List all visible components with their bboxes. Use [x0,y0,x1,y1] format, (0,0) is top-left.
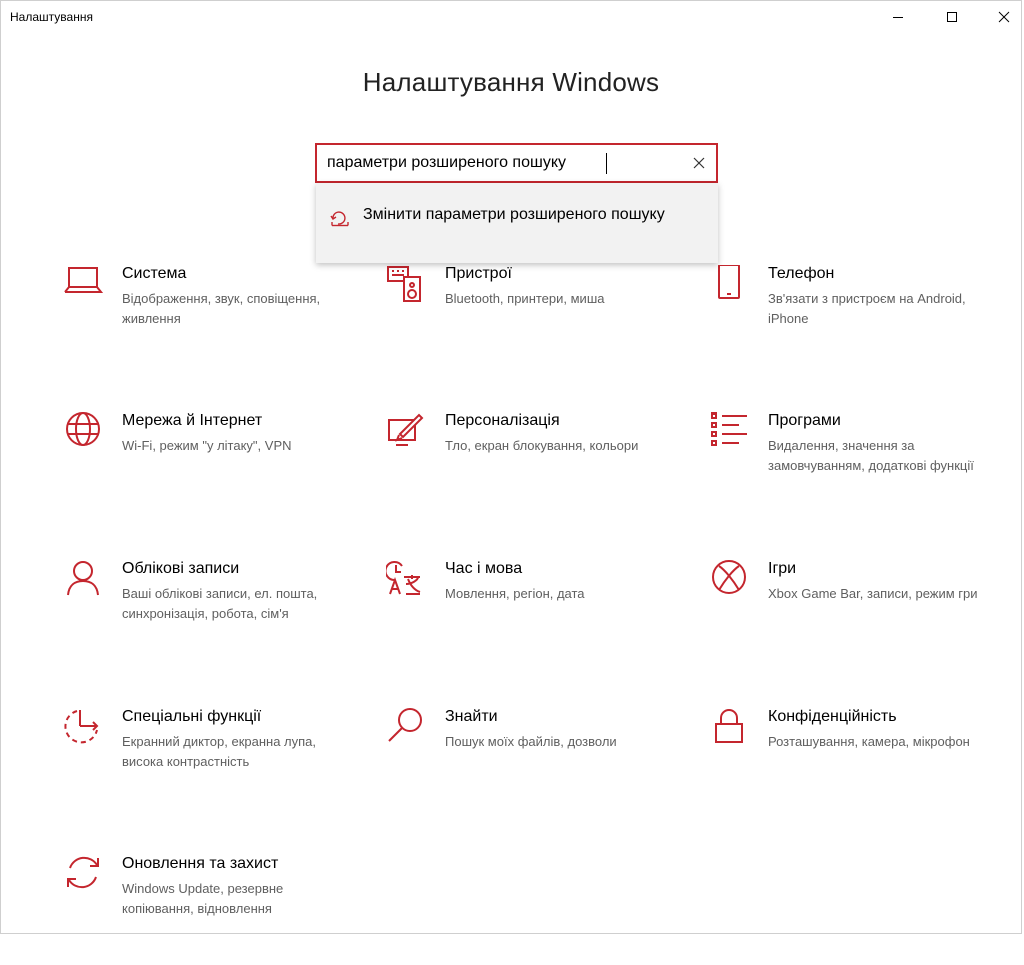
close-button[interactable] [981,1,1024,33]
search-box[interactable] [315,143,718,183]
magnifier-icon [384,708,428,752]
tile-description: Xbox Game Bar, записи, режим гри [768,586,978,601]
tile-search[interactable]: Знайти Пошук моїх файлів, дозволи [384,708,684,818]
maximize-button[interactable] [929,1,975,33]
search-input[interactable] [327,150,677,176]
tile-network[interactable]: Мережа й Інтернет Wi-Fi, режим "у літаку… [61,412,361,522]
tile-description: Bluetooth, принтери, миша [445,291,605,306]
tile-time-language[interactable]: Час і мова Мовлення, регіон, дата [384,560,684,670]
accessibility-icon [61,708,105,752]
search-index-icon [330,210,350,233]
close-icon [998,11,1010,23]
tile-privacy[interactable]: Конфіденційність Розташування, камера, м… [707,708,1007,818]
update-icon [61,855,105,899]
text-caret [606,153,607,174]
tile-title: Пристрої [445,265,512,282]
tile-description: Wi-Fi, режим "у літаку", VPN [122,438,292,453]
tile-title: Система [122,265,187,282]
tile-title: Ігри [768,560,797,577]
minimize-button[interactable] [875,1,921,33]
apps-list-icon [707,412,751,456]
tile-personalization[interactable]: Персоналізація Тло, екран блокування, ко… [384,412,684,522]
devices-icon [384,265,428,309]
tile-description: Пошук моїх файлів, дозволи [445,734,617,749]
tile-description: Ваші облікові записи, ел. пошта, синхрон… [122,586,318,621]
tile-devices[interactable]: Пристрої Bluetooth, принтери, миша [384,265,684,375]
title-bar: Налаштування [1,1,1021,33]
tile-update-security[interactable]: Оновлення та захист Windows Update, резе… [61,855,361,965]
maximize-icon [947,12,957,22]
tile-title: Облікові записи [122,560,240,577]
tile-description: Мовлення, регіон, дата [445,586,585,601]
laptop-icon [61,265,105,309]
tile-description: Зв'язати з пристроєм на Android, iPhone [768,291,966,326]
tile-description: Видалення, значення за замовчуванням, до… [768,438,974,473]
suggestion-item[interactable]: Змінити параметри розширеного пошуку [316,183,718,263]
xbox-icon [707,560,751,604]
tile-description: Тло, екран блокування, кольори [445,438,639,453]
tile-title: Мережа й Інтернет [122,412,263,429]
tile-system[interactable]: Система Відображення, звук, сповіщення, … [61,265,361,375]
time-language-icon [384,560,428,604]
lock-icon [707,708,751,752]
tile-description: Windows Update, резервне копіювання, від… [122,881,284,916]
tile-title: Телефон [768,265,835,282]
page-heading: Налаштування Windows [362,67,660,97]
tile-title: Персоналізація [445,412,560,429]
suggestion-label: Змінити параметри розширеного пошуку [363,206,665,223]
tile-title: Знайти [445,708,498,725]
tile-title: Спеціальні функції [122,708,262,725]
personalization-icon [384,412,428,456]
tile-title: Оновлення та захист [122,855,279,872]
tile-accessibility[interactable]: Спеціальні функції Екранний диктор, екра… [61,708,361,818]
tile-accounts[interactable]: Облікові записи Ваші облікові записи, ел… [61,560,361,670]
settings-window: Налаштування Налаштування Windows параме… [0,0,1022,934]
globe-icon [61,412,105,456]
search-suggestions: Змінити параметри розширеного пошуку [316,183,718,263]
tile-apps[interactable]: Програми Видалення, значення за замовчув… [707,412,1007,522]
tile-title: Конфіденційність [768,708,897,725]
tile-title: Програми [768,412,841,429]
tile-description: Відображення, звук, сповіщення, живлення [122,291,321,326]
tile-description: Екранний диктор, екранна лупа, висока ко… [122,734,317,769]
phone-icon [707,265,751,309]
clear-search-button[interactable] [690,154,708,172]
minimize-icon [893,17,903,18]
tile-description: Розташування, камера, мікрофон [768,734,970,749]
window-title: Налаштування [10,10,93,24]
person-icon [61,560,105,604]
tile-gaming[interactable]: Ігри Xbox Game Bar, записи, режим гри [707,560,1007,670]
tile-phone[interactable]: Телефон Зв'язати з пристроєм на Android,… [707,265,1007,375]
clear-icon [693,157,705,169]
tile-title: Час і мова [445,560,523,577]
